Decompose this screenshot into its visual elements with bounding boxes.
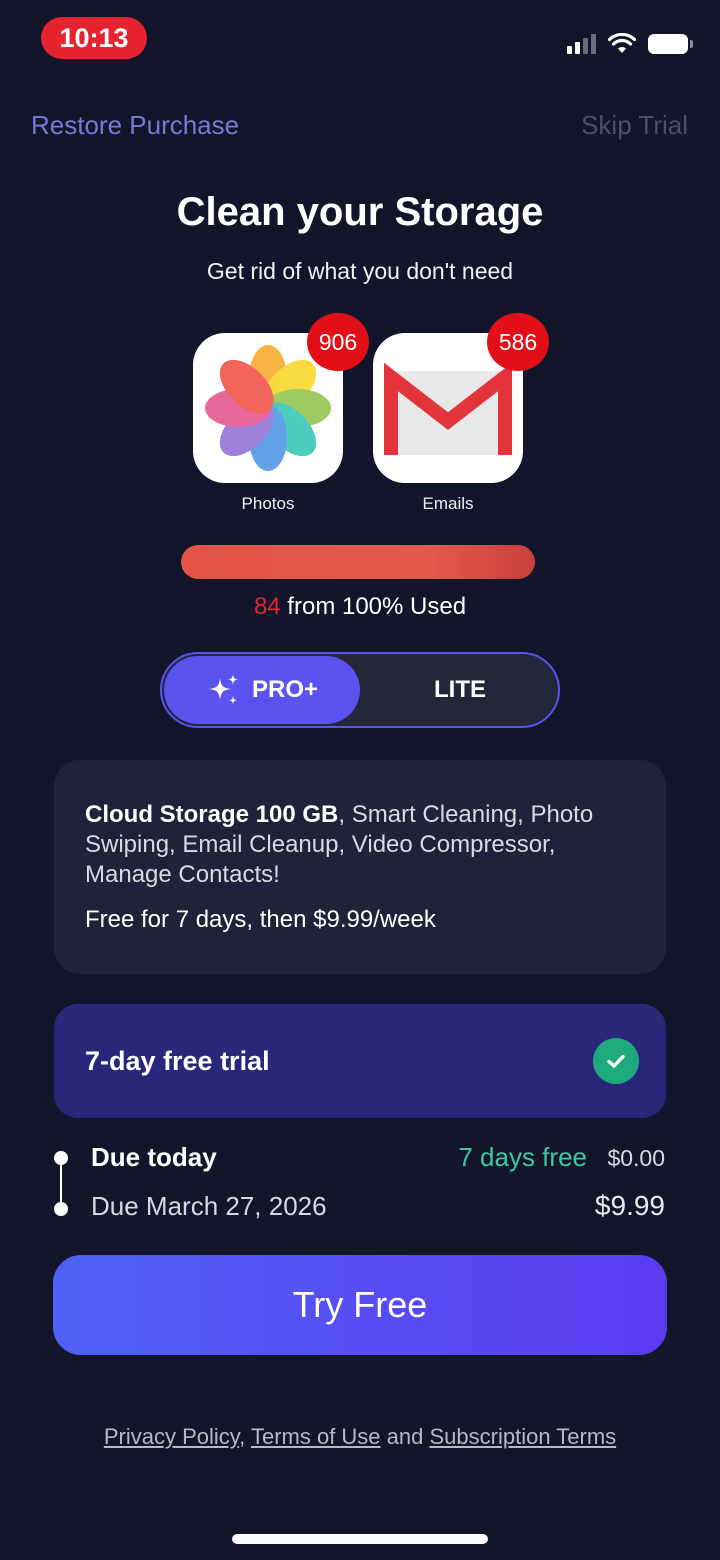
storage-usage-text: 84 from 100% Used [0, 593, 720, 621]
due-later-label: Due March 27, 2026 [91, 1191, 327, 1221]
due-today-label: Due today [91, 1142, 217, 1172]
due-today-price: $0.00 [607, 1145, 665, 1171]
photos-label: Photos [241, 494, 295, 513]
wifi-icon [608, 33, 636, 53]
emails-count-badge: 586 [487, 313, 549, 371]
battery-icon [648, 34, 693, 54]
storage-progress-fill [181, 545, 535, 579]
plan-pro-label: PRO+ [251, 676, 319, 703]
storage-used-suffix: from 100% Used [280, 593, 467, 620]
status-time: 10:13 [41, 17, 147, 59]
subscription-terms-link[interactable]: Subscription Terms [429, 1424, 616, 1449]
plan-pro-option[interactable]: PRO+ [164, 656, 360, 724]
skip-trial-link[interactable]: Skip Trial [581, 110, 688, 141]
photos-count-badge: 906 [307, 313, 369, 371]
page-title: Clean your Storage [176, 190, 544, 234]
emails-app-tile: 586 [373, 313, 549, 483]
feature-price-text: Free for 7 days, then $9.99/week [85, 906, 436, 933]
terms-of-use-link[interactable]: Terms of Use [251, 1424, 381, 1449]
home-indicator[interactable] [232, 1534, 488, 1544]
storage-progress-bar [181, 545, 535, 579]
legal-comma: , [239, 1424, 251, 1449]
legal-and: and [380, 1424, 430, 1449]
restore-purchase-link[interactable]: Restore Purchase [31, 110, 239, 141]
feature-highlight: Cloud Storage 100 GB [85, 801, 339, 828]
checkmark-icon [593, 1038, 639, 1084]
storage-used-value: 84 [253, 593, 281, 620]
page-subtitle: Get rid of what you don't need [206, 258, 514, 284]
plan-lite-label: LITE [434, 676, 486, 703]
trial-option-label: 7-day free trial [85, 1045, 270, 1076]
try-free-button[interactable]: Try Free [53, 1255, 667, 1355]
plan-lite-option[interactable]: LITE [362, 656, 558, 724]
due-later-price: $9.99 [594, 1190, 665, 1221]
cellular-signal-icon [567, 34, 596, 54]
timeline-line [60, 1163, 62, 1207]
sparkles-icon [208, 674, 238, 705]
days-free-text: 7 days free [458, 1142, 587, 1172]
trial-option[interactable]: 7-day free trial [54, 1004, 666, 1118]
status-icons [567, 30, 693, 58]
plan-toggle: PRO+ LITE [160, 652, 560, 728]
feature-description: Cloud Storage 100 GB, Smart Cleaning, Ph… [85, 800, 636, 890]
privacy-policy-link[interactable]: Privacy Policy [104, 1424, 239, 1449]
photos-app-tile: 906 [193, 313, 369, 483]
timeline-dot-later [54, 1202, 68, 1216]
emails-label: Emails [422, 494, 474, 513]
legal-links: Privacy Policy, Terms of Use and Subscri… [0, 1424, 720, 1450]
feature-card: Cloud Storage 100 GB, Smart Cleaning, Ph… [54, 760, 666, 974]
